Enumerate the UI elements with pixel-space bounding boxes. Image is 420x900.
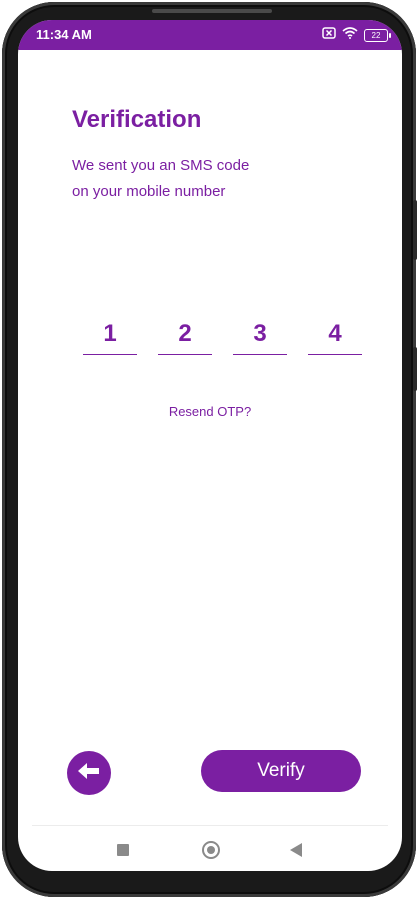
- volume-button: [413, 200, 417, 260]
- phone-frame: 11:34 AM 22 Verification We sent you an …: [2, 2, 417, 897]
- power-button: [413, 347, 417, 391]
- recents-square-icon[interactable]: [117, 844, 129, 856]
- page-title: Verification: [72, 106, 202, 133]
- earpiece-speaker: [152, 9, 272, 13]
- instruction-line-2: on your mobile number: [72, 183, 226, 200]
- otp-digit-1[interactable]: 1: [83, 318, 137, 355]
- sim-off-icon: [322, 26, 336, 44]
- status-icons: 22: [322, 26, 391, 44]
- system-nav-bar: [18, 830, 402, 870]
- resend-otp-link[interactable]: Resend OTP?: [18, 404, 402, 419]
- app-screen: 11:34 AM 22 Verification We sent you an …: [18, 20, 402, 871]
- wifi-icon: [342, 26, 358, 44]
- arrow-left-icon: [76, 761, 102, 786]
- instruction-line-1: We sent you an SMS code: [72, 157, 250, 174]
- nav-divider: [32, 825, 388, 826]
- instruction-text: We sent you an SMS code on your mobile n…: [72, 153, 332, 205]
- status-bar: 11:34 AM 22: [18, 20, 402, 50]
- back-triangle-icon[interactable]: [290, 843, 302, 857]
- back-button[interactable]: [67, 751, 111, 795]
- home-circle-icon[interactable]: [202, 841, 220, 859]
- otp-digit-3[interactable]: 3: [233, 318, 287, 355]
- otp-digit-4[interactable]: 4: [308, 318, 362, 355]
- verify-button[interactable]: Verify: [201, 750, 361, 792]
- status-time: 11:34 AM: [36, 27, 92, 42]
- battery-icon: 22: [364, 28, 391, 42]
- otp-digit-2[interactable]: 2: [158, 318, 212, 355]
